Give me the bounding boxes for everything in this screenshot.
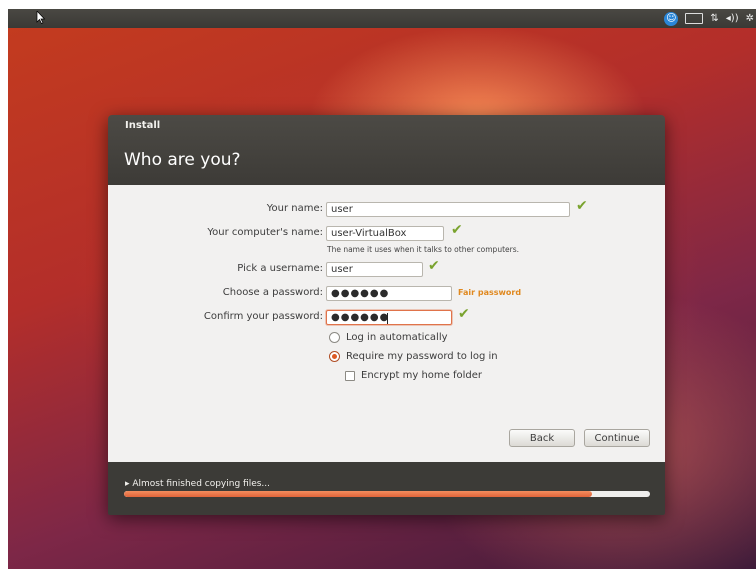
confirm-password-input[interactable]: ●●●●●●: [326, 310, 452, 325]
confirm-password-label: Confirm your password:: [203, 311, 323, 322]
top-panel: ☺ ⇅ ◂)) ✲: [8, 9, 756, 28]
system-tray: ☺ ⇅ ◂)) ✲: [664, 9, 756, 28]
dialog-header: Install Who are you?: [108, 115, 665, 185]
checkmark-icon: ✔: [428, 258, 440, 274]
text-caret: [387, 313, 388, 324]
username-input[interactable]: [326, 262, 423, 277]
gear-icon[interactable]: ✲: [746, 13, 754, 24]
dialog-body: Your name: ✔ Your computer's name: ✔ The…: [108, 185, 665, 462]
computer-name-hint: The name it uses when it talks to other …: [327, 245, 520, 254]
page-title: Who are you?: [124, 150, 241, 170]
checkmark-icon: ✔: [576, 198, 588, 214]
accessibility-icon[interactable]: ☺: [664, 11, 679, 26]
confirm-password-mask: ●●●●●●: [331, 312, 390, 323]
login-automatically-option[interactable]: Log in automatically: [329, 332, 448, 343]
computer-name-input[interactable]: [326, 226, 444, 241]
copy-progress-bar: [124, 491, 650, 497]
encrypt-home-option[interactable]: Encrypt my home folder: [345, 370, 482, 381]
password-input[interactable]: ●●●●●●: [326, 286, 452, 301]
screen-edge: [0, 569, 756, 574]
password-strength: Fair password: [458, 288, 522, 297]
copy-progress-fill: [124, 491, 593, 497]
password-label: Choose a password:: [222, 287, 323, 298]
continue-button[interactable]: Continue: [584, 429, 650, 447]
require-password-option[interactable]: Require my password to log in: [329, 351, 498, 362]
installer-dialog: Install Who are you? Your name: ✔ Your c…: [108, 115, 665, 515]
computer-name-label: Your computer's name:: [207, 227, 323, 238]
network-icon[interactable]: ⇅: [710, 13, 718, 24]
require-password-label: Require my password to log in: [346, 351, 498, 362]
copy-status-toggle[interactable]: ▸ Almost finished copying files...: [125, 479, 270, 489]
username-label: Pick a username:: [237, 263, 323, 274]
radio-button[interactable]: [329, 332, 340, 343]
checkmark-icon: ✔: [458, 306, 470, 322]
keyboard-icon[interactable]: [685, 13, 704, 24]
checkbox[interactable]: [345, 370, 355, 381]
dialog-footer: ▸ Almost finished copying files...: [108, 462, 665, 515]
encrypt-home-label: Encrypt my home folder: [361, 370, 483, 381]
password-mask: ●●●●●●: [331, 288, 390, 299]
your-name-label: Your name:: [266, 203, 323, 214]
your-name-input[interactable]: [326, 202, 570, 217]
radio-button-selected[interactable]: [329, 351, 340, 362]
window-title: Install: [125, 120, 161, 131]
login-automatically-label: Log in automatically: [346, 332, 448, 343]
cursor-icon: [36, 11, 45, 24]
checkmark-icon: ✔: [451, 222, 463, 238]
back-button[interactable]: Back: [509, 429, 575, 447]
volume-icon[interactable]: ◂)): [726, 13, 739, 24]
